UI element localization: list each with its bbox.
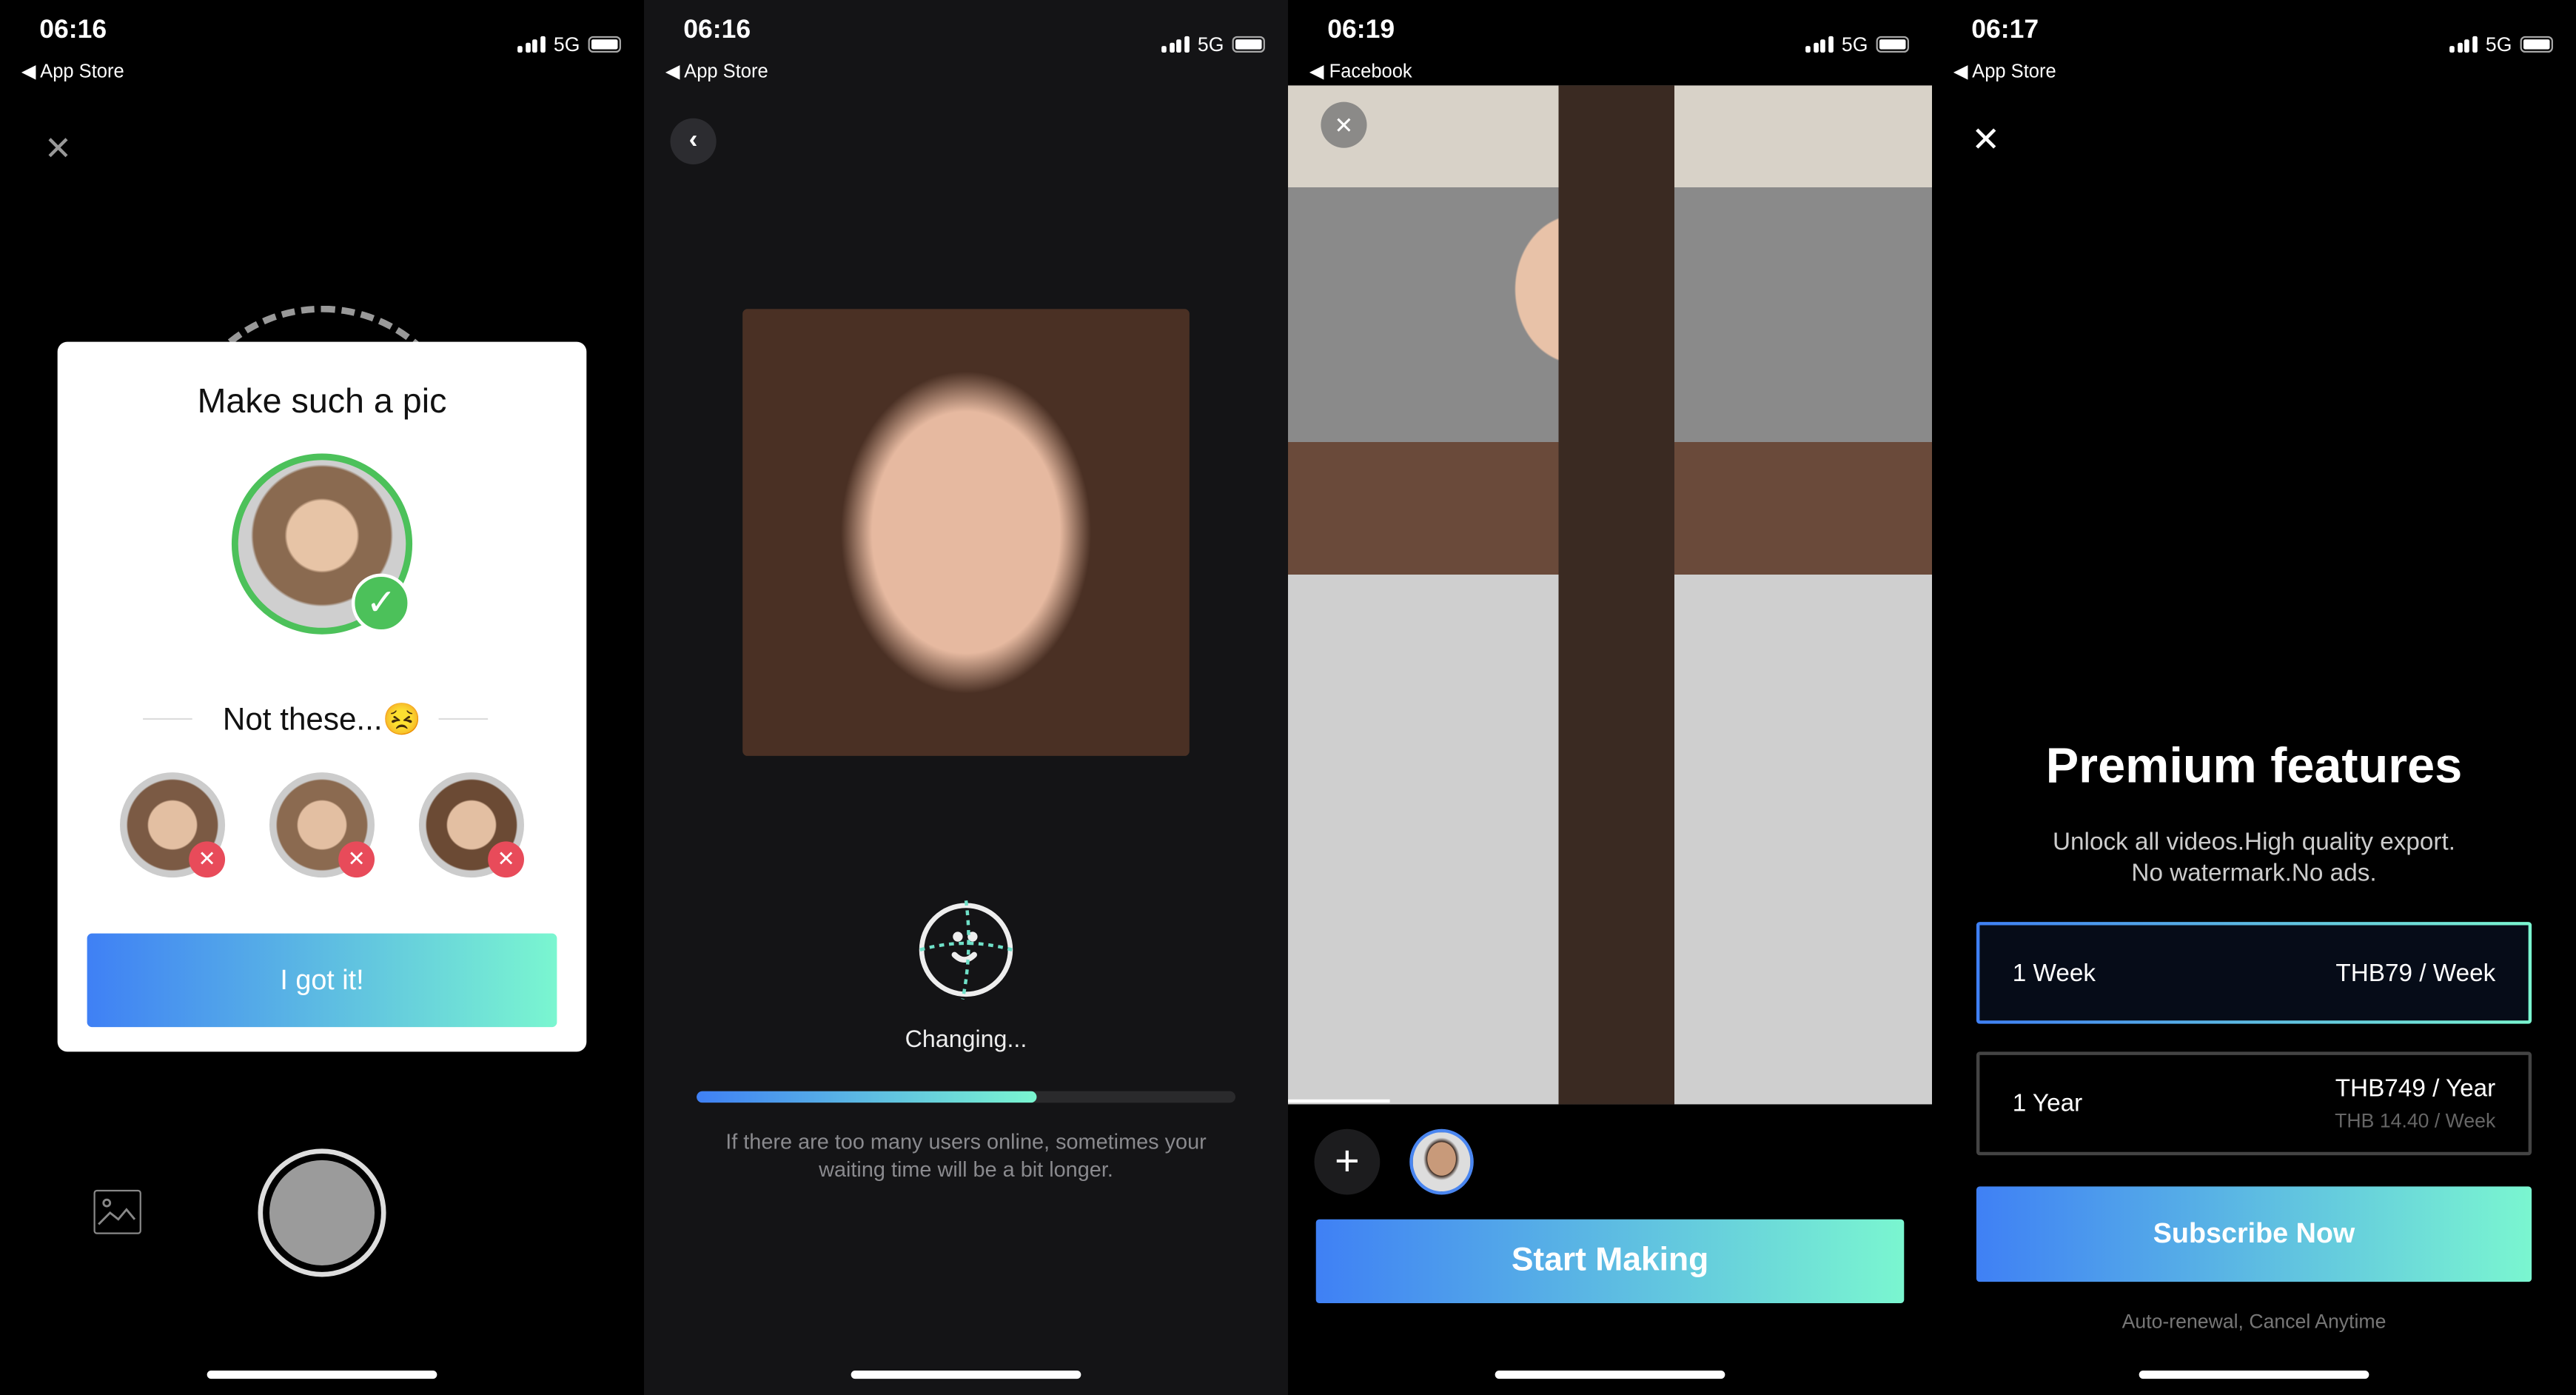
- network-label: 5G: [1841, 33, 1868, 56]
- plan-week[interactable]: 1 Week THB79 / Week: [1976, 922, 2532, 1024]
- battery-icon: [1232, 36, 1265, 53]
- status-icons: 5G: [1806, 33, 1909, 56]
- home-indicator: [1495, 1370, 1725, 1379]
- home-indicator: [207, 1370, 437, 1379]
- back-to-app[interactable]: ◀ App Store: [21, 59, 124, 82]
- back-button[interactable]: ‹: [670, 118, 717, 164]
- network-label: 5G: [1197, 33, 1224, 56]
- progress-fill: [697, 1091, 1036, 1103]
- close-button[interactable]: ✕: [1321, 101, 1367, 148]
- plan-price: THB749 / Year: [2335, 1074, 2496, 1103]
- close-icon[interactable]: ✕: [1971, 120, 2000, 161]
- shutter-button[interactable]: [258, 1148, 386, 1277]
- status-icons: 5G: [518, 33, 621, 56]
- back-app-label: App Store: [1972, 62, 2056, 82]
- signal-icon: [1806, 36, 1834, 53]
- got-it-button[interactable]: I got it!: [87, 933, 557, 1028]
- bad-examples-label: Not these...😣: [222, 703, 422, 738]
- panel-template-preview: 06:19 ◀ Facebook 5G ✕ + Start Making: [1288, 0, 1933, 1395]
- signal-icon: [1162, 36, 1190, 53]
- back-to-app[interactable]: ◀ App Store: [1953, 59, 2056, 82]
- selected-face-avatar[interactable]: [1409, 1128, 1474, 1195]
- check-icon: ✓: [351, 573, 411, 633]
- start-making-button[interactable]: Start Making: [1315, 1219, 1905, 1303]
- card-title: Make such a pic: [197, 383, 447, 421]
- plan-price: THB79 / Week: [2335, 959, 2496, 987]
- image-icon[interactable]: [93, 1189, 141, 1234]
- progress-bar: [697, 1091, 1235, 1103]
- status-time: 06:19: [1327, 16, 1395, 44]
- back-app-label: Facebook: [1329, 62, 1412, 82]
- plan-year[interactable]: 1 Year THB749 / Year THB 14.40 / Week: [1976, 1051, 2532, 1156]
- status-time: 06:16: [39, 16, 107, 44]
- network-label: 5G: [2485, 33, 2512, 56]
- battery-icon: [1876, 36, 1909, 53]
- panel-paywall: 06:17 ◀ App Store 5G ✕ Premium features …: [1932, 0, 2576, 1395]
- reject-icon: ✕: [189, 841, 226, 878]
- panel-processing: 06:16 ◀ App Store 5G ‹ Changing... If th…: [644, 0, 1289, 1395]
- back-app-label: App Store: [40, 62, 124, 82]
- status-time: 06:17: [1971, 16, 2039, 44]
- plan-prices: THB749 / Year THB 14.40 / Week: [2335, 1074, 2495, 1132]
- plan-name: 1 Year: [2012, 1089, 2083, 1118]
- wait-hint: If there are too many users online, some…: [725, 1128, 1207, 1182]
- home-indicator: [2139, 1370, 2369, 1379]
- template-video[interactable]: [1288, 85, 1933, 1105]
- home-indicator: [851, 1370, 1081, 1379]
- reject-icon: ✕: [338, 841, 375, 878]
- back-app-label: App Store: [684, 62, 768, 82]
- back-to-app[interactable]: ◀ App Store: [665, 59, 768, 82]
- plan-name: 1 Week: [2012, 959, 2096, 987]
- status-text: Changing...: [905, 1027, 1027, 1054]
- subscribe-button[interactable]: Subscribe Now: [1976, 1186, 2532, 1282]
- signal-icon: [2450, 36, 2478, 53]
- paywall-title: Premium features: [2045, 739, 2463, 794]
- signal-icon: [518, 36, 546, 53]
- close-icon[interactable]: ✕: [44, 128, 72, 169]
- reject-icon: ✕: [488, 841, 524, 878]
- status-icons: 5G: [1162, 33, 1265, 56]
- status-icons: 5G: [2450, 33, 2553, 56]
- subtitle-line: No watermark.No ads.: [2131, 859, 2377, 888]
- back-to-app[interactable]: ◀ Facebook: [1309, 59, 1412, 82]
- face-scan-icon: [919, 900, 1013, 1000]
- source-photo: [742, 309, 1190, 756]
- guide-card: Make such a pic ✓ Not these...😣 ✕ ✕ ✕ I …: [57, 341, 587, 1052]
- add-face-button[interactable]: +: [1314, 1128, 1381, 1195]
- plan-sub-price: THB 14.40 / Week: [2335, 1109, 2496, 1133]
- paywall-subtitle: Unlock all videos.High quality export. N…: [1932, 826, 2576, 889]
- battery-icon: [2520, 36, 2553, 53]
- status-time: 06:16: [683, 16, 751, 44]
- battery-icon: [588, 36, 621, 53]
- renewal-note: Auto-renewal, Cancel Anytime: [2121, 1309, 2387, 1333]
- panel-photo-guide: 06:16 ◀ App Store 5G ✕ Make such a pic ✓…: [0, 0, 645, 1395]
- network-label: 5G: [553, 33, 580, 56]
- subtitle-line: Unlock all videos.High quality export.: [2053, 828, 2456, 857]
- video-progress: [1288, 1099, 1390, 1103]
